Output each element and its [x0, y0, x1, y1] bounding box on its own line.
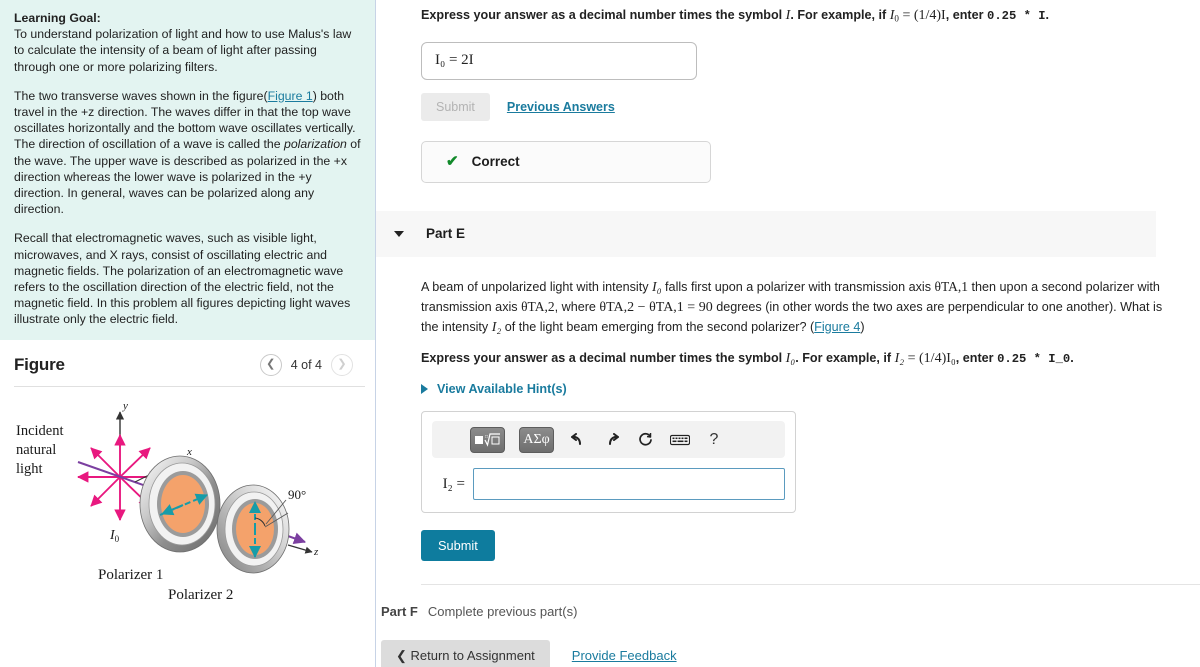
correct-label: Correct [471, 154, 520, 170]
part-e-instruction: Express your answer as a decimal number … [376, 337, 1200, 367]
previous-answer-value: I₀ = 2I [435, 52, 474, 69]
reset-circle-icon[interactable] [636, 432, 656, 448]
q-theta-ta-2: θTA,2 [521, 299, 555, 315]
answer-input[interactable] [473, 468, 785, 501]
greek-symbols-button[interactable]: ΑΣφ [519, 426, 554, 453]
figure-nav: ❮ 4 of 4 ❯ [259, 353, 353, 376]
q-d: , where [554, 300, 600, 315]
previous-answers-link[interactable]: Previous Answers [507, 100, 615, 114]
part-e-header[interactable]: Part E [376, 210, 1156, 257]
incident-label-line1: Incident [16, 423, 64, 439]
transverse-waves-paragraph: The two transverse waves shown in the fi… [14, 88, 361, 218]
axis-label-x: x [186, 446, 192, 458]
learning-goal-paragraph: Learning Goal: To understand polarizatio… [14, 10, 361, 75]
previous-answer-field[interactable]: I₀ = 2I [421, 41, 697, 80]
q-b: falls first upon a polarizer with transm… [661, 279, 935, 294]
svg-text:□: □ [485, 435, 488, 440]
pe-instr-mono: 0.25 * I_0 [997, 352, 1071, 367]
figure-diagram: y x Polarizer 1 Polarizer 2 90° z Incide… [0, 387, 375, 637]
caret-down-icon[interactable] [394, 230, 404, 237]
chevron-left-icon[interactable]: ❮ [259, 353, 282, 376]
learning-goal-text: To understand polarization of light and … [14, 27, 352, 74]
figure-header: Figure ❮ 4 of 4 ❯ [0, 340, 375, 386]
axis-label-y: y [122, 400, 128, 412]
pe-instr-a: Express your answer as a decimal number … [421, 351, 786, 366]
learning-goal-title: Learning Goal: [14, 11, 101, 25]
q-g: ) [860, 319, 865, 334]
pe-symbol-I0: I₀ [785, 351, 796, 367]
em-waves-paragraph: Recall that electromagnetic waves, such … [14, 231, 351, 327]
figure-count-label: 4 of 4 [290, 357, 322, 372]
prev-instr-b: . For example, if [790, 8, 890, 22]
pe-instr-d: , enter [955, 351, 998, 366]
answer-widget: □ ΑΣφ ? I₂ = [421, 411, 796, 514]
left-panel: Learning Goal: To understand polarizatio… [0, 0, 376, 667]
pe-instr-e: . [1070, 351, 1074, 366]
prev-eq-rhs: = (1/4)I [898, 8, 946, 23]
answer-label: I₂ = [442, 475, 465, 492]
problem-page: Learning Goal: To understand polarizatio… [0, 0, 1200, 667]
view-hints-row[interactable]: View Available Hint(s) [421, 382, 1200, 396]
incident-label-line3: light [16, 461, 43, 477]
prev-instr-mono: 0.25 * I [987, 9, 1046, 23]
check-icon: ✔ [446, 153, 459, 171]
q-symbol-I2: I₂ [491, 319, 502, 335]
q-theta-ta-1: θTA,1 [934, 278, 969, 294]
correct-feedback-box: ✔ Correct [421, 140, 711, 183]
prev-instr-d: . [1045, 8, 1050, 22]
pe-symbol-I2: I₂ [894, 351, 905, 367]
part-e-title: Part E [426, 226, 466, 242]
answer-entry-row: I₂ = [432, 468, 785, 501]
submit-button[interactable]: Submit [421, 530, 495, 562]
keyboard-icon[interactable] [670, 434, 690, 446]
polarizer-2-label: Polarizer 2 [168, 587, 233, 603]
q-a: A beam of unpolarized light with intensi… [421, 279, 653, 294]
q-f: of the light beam emerging from the seco… [501, 319, 815, 334]
polarizer-2 [216, 484, 290, 574]
sqrt-template-icon: □ [474, 432, 500, 447]
q-equation: θTA,2 − θTA,1 = 90 [599, 300, 713, 316]
section-divider [421, 584, 1200, 586]
learning-goal-box: Learning Goal: To understand polarizatio… [0, 0, 375, 340]
footer-bar: ❮ Return to Assignment Provide Feedback [376, 640, 1200, 667]
polarization-italic: polarization [284, 137, 347, 152]
help-question-icon[interactable]: ? [704, 431, 724, 448]
polarizer-diagram-svg: y x Polarizer 1 Polarizer 2 90° z Incide… [16, 400, 319, 603]
return-to-assignment-button[interactable]: ❮ Return to Assignment [381, 640, 550, 667]
prev-instr-c: , enter [945, 8, 988, 22]
figure1-link[interactable]: Figure 1 [268, 89, 313, 103]
submit-button-disabled: Submit [421, 92, 490, 121]
polarizer-1 [139, 455, 221, 553]
redo-arrow-icon[interactable] [602, 432, 622, 447]
undo-arrow-icon[interactable] [568, 432, 588, 447]
previous-part-buttons: Submit Previous Answers [421, 92, 1200, 121]
axis-label-z: z [313, 546, 319, 558]
part-f-row: Part F Complete previous part(s) [381, 604, 1200, 619]
chevron-right-icon[interactable]: ❯ [331, 353, 353, 376]
polarizer-1-label: Polarizer 1 [98, 567, 163, 583]
part-e-question: A beam of unpolarized light with intensi… [376, 257, 1200, 338]
q-symbol-I0: I₀ [652, 279, 662, 295]
view-hints-label[interactable]: View Available Hint(s) [437, 382, 567, 396]
right-panel: Express your answer as a decimal number … [376, 0, 1200, 667]
para2-part-a: The two transverse waves shown in the fi… [14, 88, 268, 103]
caret-right-icon[interactable] [421, 384, 428, 395]
math-toolbar: □ ΑΣφ ? [432, 421, 785, 459]
provide-feedback-link[interactable]: Provide Feedback [572, 648, 677, 663]
intensity-i0-label: I0 [109, 528, 120, 544]
angle-90-label: 90° [288, 487, 306, 502]
pe-instr-b: . For example, if [795, 351, 895, 366]
part-f-label: Part F [381, 604, 418, 620]
figure-title: Figure [14, 354, 65, 374]
part-f-status: Complete previous part(s) [427, 604, 578, 620]
pe-eq: = (1/4)I₀ [904, 351, 956, 367]
template-button[interactable]: □ [470, 426, 505, 453]
previous-part-instruction: Express your answer as a decimal number … [376, 6, 1200, 28]
incident-label-line2: natural [16, 442, 56, 458]
prev-instr-a: Express your answer as a decimal number … [421, 8, 786, 22]
figure4-link[interactable]: Figure 4 [814, 320, 860, 334]
